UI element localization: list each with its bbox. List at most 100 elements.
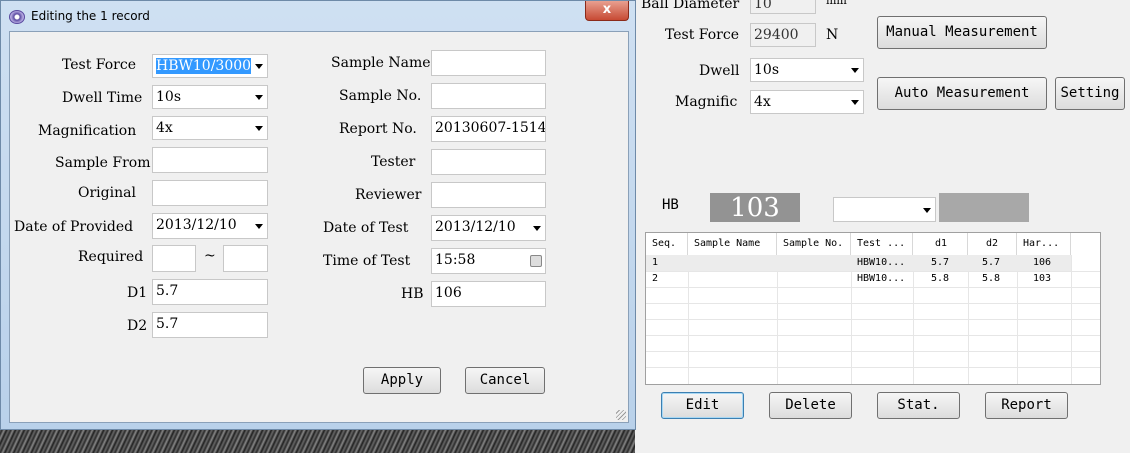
- reviewer-label: Reviewer: [355, 187, 422, 203]
- magnification-label: Magnification: [38, 123, 137, 139]
- table-row[interactable]: 2 HBW10... 5.8 5.8 103: [646, 271, 1071, 287]
- test-force-select[interactable]: HBW10/3000: [152, 54, 268, 78]
- chevron-down-icon: [923, 207, 931, 213]
- col-header-d1[interactable]: d1: [913, 233, 968, 255]
- time-of-test-value: 15:58: [435, 252, 476, 268]
- hb-field[interactable]: 106: [431, 281, 546, 307]
- date-provided-value: 2013/12/10: [156, 217, 237, 233]
- d1-label: D1: [127, 285, 148, 301]
- test-force-unit: N: [826, 27, 839, 43]
- dwell-select[interactable]: 10s: [750, 58, 864, 82]
- ball-diameter-unit: mm: [826, 0, 847, 7]
- chevron-down-icon: [255, 126, 263, 131]
- report-button[interactable]: Report: [985, 392, 1068, 419]
- ball-diameter-field[interactable]: 10: [750, 0, 816, 14]
- table-cell: 5.7: [931, 257, 950, 268]
- grid-line: [646, 303, 1100, 304]
- dwell-time-select[interactable]: 10s: [152, 85, 268, 109]
- time-of-test-label: Time of Test: [323, 253, 411, 269]
- date-provided-label: Date of Provided: [14, 219, 134, 235]
- setting-button[interactable]: Setting: [1055, 77, 1125, 110]
- table-cell: 106: [1033, 257, 1052, 268]
- tester-field[interactable]: [431, 149, 546, 175]
- apply-button[interactable]: Apply: [363, 367, 441, 394]
- date-of-test-picker[interactable]: 2013/12/10: [431, 215, 546, 241]
- table-cell: 103: [1033, 273, 1052, 284]
- dwell-select-value: 10s: [754, 62, 779, 78]
- original-field[interactable]: [152, 180, 268, 206]
- col-header-hardness[interactable]: Har...: [1017, 233, 1071, 255]
- grid-line: [646, 287, 1100, 288]
- table-cell: HBW10...: [857, 273, 906, 284]
- reviewer-field[interactable]: [431, 182, 546, 208]
- magnification-select-value: 4x: [156, 120, 173, 136]
- chevron-down-icon: [255, 64, 263, 69]
- magnific-select-value: 4x: [754, 94, 771, 110]
- sample-no-label: Sample No.: [339, 88, 422, 104]
- resize-grip[interactable]: [616, 410, 626, 420]
- magnification-select[interactable]: 4x: [152, 116, 268, 140]
- col-header-sample-no[interactable]: Sample No.: [777, 233, 851, 255]
- app-icon: [9, 10, 25, 24]
- stat-button[interactable]: Stat.: [877, 392, 960, 419]
- chevron-down-icon: [533, 226, 541, 231]
- grid-line: [646, 335, 1100, 336]
- magnific-select[interactable]: 4x: [750, 90, 864, 114]
- grid-line: [646, 367, 1100, 368]
- close-button[interactable]: x: [585, 1, 629, 21]
- col-header-d2[interactable]: d2: [968, 233, 1017, 255]
- original-label: Original: [78, 185, 136, 201]
- table-cell: 5.8: [931, 273, 950, 284]
- sample-from-field[interactable]: [152, 147, 268, 173]
- hb-value-display: 103: [710, 193, 800, 223]
- date-provided-picker[interactable]: 2013/12/10: [152, 213, 268, 239]
- sample-from-label: Sample From: [55, 155, 151, 171]
- report-no-field[interactable]: 20130607-15145: [431, 116, 546, 142]
- table-cell: 2: [652, 273, 659, 284]
- table-row[interactable]: 1 HBW10... 5.7 5.7 106: [646, 255, 1071, 271]
- manual-measurement-button[interactable]: Manual Measurement: [877, 16, 1047, 49]
- report-no-label: Report No.: [339, 121, 417, 137]
- sample-name-field[interactable]: [431, 50, 546, 76]
- test-force-select-value: HBW10/3000: [156, 58, 252, 74]
- test-force-field[interactable]: 29400: [750, 23, 816, 47]
- dialog-body: Test Force HBW10/3000 Dwell Time 10s Mag…: [9, 31, 629, 423]
- table-cell: HBW10...: [857, 257, 906, 268]
- col-header-test-force[interactable]: Test ...: [851, 233, 913, 255]
- time-of-test-picker[interactable]: 15:58: [431, 248, 546, 274]
- col-header-sample-name[interactable]: Sample Name: [688, 233, 777, 255]
- table-cell: 5.8: [982, 273, 1001, 284]
- dwell-label: Dwell: [699, 63, 740, 79]
- sample-no-field[interactable]: [431, 83, 546, 109]
- cancel-button[interactable]: Cancel: [465, 367, 545, 394]
- d1-field[interactable]: 5.7: [152, 279, 268, 305]
- dwell-time-label: Dwell Time: [62, 90, 143, 106]
- edit-button[interactable]: Edit: [661, 392, 744, 419]
- hb-filter-select[interactable]: [833, 197, 936, 222]
- test-force-label: Test Force: [62, 57, 136, 73]
- required-to-field[interactable]: [223, 245, 268, 272]
- required-from-field[interactable]: [152, 245, 196, 272]
- records-table[interactable]: Seq. Sample Name Sample No. Test ... d1 …: [645, 232, 1101, 385]
- hb-result-box: [939, 193, 1029, 222]
- hb-label: HB: [401, 286, 424, 302]
- dialog-title: Editing the 1 record: [31, 9, 150, 23]
- date-of-test-label: Date of Test: [323, 220, 409, 236]
- sample-name-label: Sample Name: [331, 55, 431, 71]
- auto-measurement-button[interactable]: Auto Measurement: [877, 77, 1047, 110]
- required-separator: ~: [204, 248, 216, 264]
- grid-line: [646, 351, 1100, 352]
- hb-label: HB: [662, 197, 679, 213]
- col-header-seq[interactable]: Seq.: [646, 233, 688, 255]
- table-cell: 1: [652, 257, 659, 268]
- table-cell: [777, 271, 851, 287]
- edit-record-dialog[interactable]: Editing the 1 record x Test Force HBW10/…: [0, 0, 636, 430]
- spinner-icon[interactable]: [530, 255, 542, 267]
- grid-line: [1071, 255, 1072, 384]
- table-cell: [777, 255, 851, 271]
- delete-button[interactable]: Delete: [769, 392, 852, 419]
- table-cell: 5.7: [982, 257, 1001, 268]
- required-label: Required: [78, 249, 144, 265]
- grid-line: [646, 319, 1100, 320]
- d2-field[interactable]: 5.7: [152, 312, 268, 338]
